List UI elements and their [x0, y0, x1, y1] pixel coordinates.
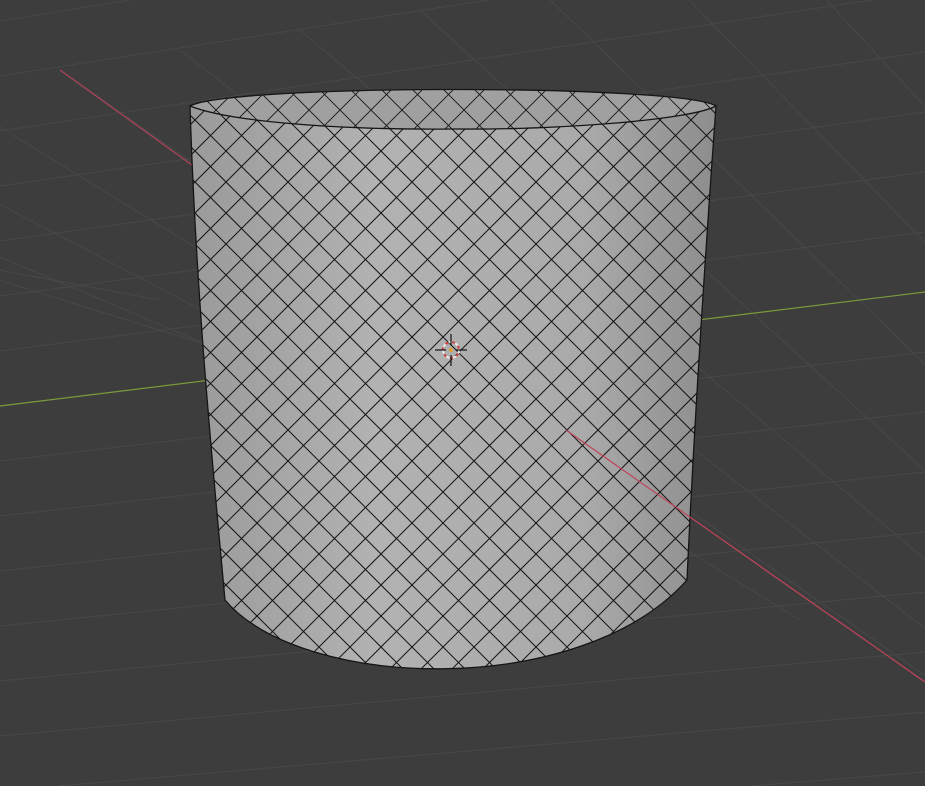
cylinder-mesh[interactable]: [186, 84, 720, 702]
3d-viewport[interactable]: [0, 0, 925, 786]
